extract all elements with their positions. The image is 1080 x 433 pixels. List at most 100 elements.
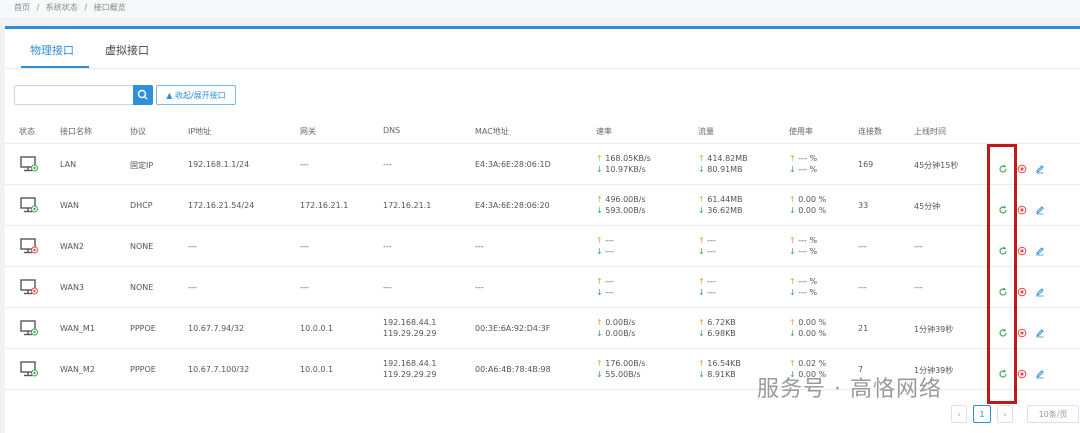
interface-name: WAN_M2 — [60, 365, 95, 374]
flow-down-value: --- — [707, 247, 716, 256]
edit-icon[interactable] — [1035, 241, 1045, 256]
search-icon — [137, 89, 148, 100]
usage-down: ↓ 0.00 % — [789, 206, 826, 215]
flow-up-value: 61.44MB — [707, 195, 743, 204]
active-tab-indicator — [21, 66, 89, 68]
tab-bar: 物理接口 虚拟接口 — [5, 29, 1080, 69]
edit-icon[interactable] — [1035, 323, 1045, 338]
flow-up: ↑ 414.82MB — [698, 154, 748, 163]
ip-address: 10.67.7.94/32 — [188, 324, 245, 333]
stop-icon[interactable] — [1017, 241, 1027, 256]
flow-up: ↑ --- — [698, 236, 716, 245]
gateway: --- — [300, 160, 309, 169]
rate-down: ↓ 55.00B/s — [596, 370, 641, 379]
column-header: MAC地址 — [475, 127, 509, 136]
flow-down: ↓ 6.98KB — [698, 329, 736, 338]
stop-icon[interactable] — [1017, 200, 1027, 215]
arrow-up-icon: ↑ — [698, 359, 708, 368]
usage-up: ↑ 0.00 % — [789, 195, 826, 204]
usage-down-value: --- % — [798, 165, 818, 174]
rate-down-value: --- — [605, 247, 614, 256]
next-page-button[interactable]: › — [997, 405, 1013, 423]
rate-down: ↓ 10.97KB/s — [596, 165, 646, 174]
interface-name: LAN — [60, 160, 77, 169]
gateway: --- — [300, 283, 309, 292]
flow-down: ↓ 36.62MB — [698, 206, 743, 215]
arrow-down-icon: ↓ — [596, 329, 606, 338]
rate-down: ↓ 593.00B/s — [596, 206, 646, 215]
rate-up-value: 168.05KB/s — [605, 154, 651, 163]
stop-icon[interactable] — [1017, 282, 1027, 297]
arrow-down-icon: ↓ — [596, 370, 606, 379]
rate-down: ↓ --- — [596, 247, 614, 256]
breadcrumb-home[interactable]: 首页 — [14, 3, 30, 12]
arrow-down-icon: ↓ — [596, 206, 606, 215]
column-header: 使用率 — [789, 127, 813, 136]
arrow-up-icon: ↑ — [789, 318, 799, 327]
usage-up-value: 0.02 % — [798, 359, 827, 368]
online-time: 1分钟39秒 — [914, 325, 954, 334]
column-header: 速率 — [596, 127, 612, 136]
monitor-icon — [19, 278, 39, 296]
monitor-icon — [19, 237, 39, 255]
online-time: 45分钟15秒 — [914, 161, 959, 170]
protocol: NONE — [130, 242, 154, 251]
edit-icon[interactable] — [1035, 159, 1045, 174]
connection-count: --- — [858, 283, 867, 292]
column-header: IP地址 — [188, 127, 212, 136]
arrow-down-icon: ↓ — [596, 247, 606, 256]
flow-up: ↑ 6.72KB — [698, 318, 736, 327]
dns-primary: --- — [383, 160, 392, 169]
dns-secondary: 119.29.29.29 — [383, 329, 437, 338]
arrow-down-icon: ↓ — [698, 165, 708, 174]
mac-address: E4:3A:6E:28:06:20 — [475, 201, 550, 210]
usage-down: ↓ 0.00 % — [789, 329, 826, 338]
dns-primary: 192.168.44.1 — [383, 359, 437, 368]
arrow-down-icon: ↓ — [596, 288, 606, 297]
rate-down-value: 55.00B/s — [605, 370, 641, 379]
rate-down: ↓ 0.00B/s — [596, 329, 635, 338]
stop-icon[interactable] — [1017, 323, 1027, 338]
online-time: --- — [914, 283, 923, 292]
search-input[interactable] — [14, 85, 134, 105]
online-time: 45分钟 — [914, 202, 941, 211]
flow-down: ↓ 80.91MB — [698, 165, 743, 174]
collapse-interface-button[interactable]: ▲ 收起/展开接口 — [156, 85, 236, 105]
dns-primary: --- — [383, 242, 392, 251]
usage-down-value: --- % — [798, 288, 818, 297]
usage-up-value: 0.00 % — [798, 195, 827, 204]
flow-down-value: 8.91KB — [707, 370, 736, 379]
breadcrumb-system-status[interactable]: 系统状态 — [46, 3, 78, 12]
stop-icon[interactable] — [1017, 159, 1027, 174]
tab-virtual[interactable]: 虚拟接口 — [105, 42, 149, 58]
search-button[interactable] — [133, 85, 153, 105]
mac-address: 00:3E:6A:92:D4:3F — [475, 324, 551, 333]
usage-down-value: 0.00 % — [798, 329, 827, 338]
prev-page-button[interactable]: ‹ — [951, 405, 967, 423]
page-size-select[interactable]: 10条/页 — [1027, 405, 1079, 423]
stop-icon[interactable] — [1017, 364, 1027, 379]
flow-up-value: 6.72KB — [707, 318, 736, 327]
edit-icon[interactable] — [1035, 364, 1045, 379]
tab-physical[interactable]: 物理接口 — [30, 42, 74, 58]
edit-icon[interactable] — [1035, 282, 1045, 297]
breadcrumb-current: 接口概览 — [93, 3, 126, 12]
usage-up: ↑ 0.02 % — [789, 359, 826, 368]
connection-count: 33 — [858, 201, 869, 210]
arrow-up-icon: ↑ — [789, 236, 799, 245]
table-row: WAN2 NONE --- --- --- --- ↑ --- ↓ --- ↑ --- ↓ ---… — [5, 226, 1080, 267]
flow-up-value: 414.82MB — [707, 154, 748, 163]
ip-address: --- — [188, 283, 197, 292]
column-header: DNS — [383, 126, 401, 135]
rate-down: ↓ --- — [596, 288, 614, 297]
arrow-up-icon: ↑ — [698, 277, 708, 286]
arrow-down-icon: ↓ — [698, 329, 708, 338]
rate-up: ↑ 168.05KB/s — [596, 154, 651, 163]
edit-icon[interactable] — [1035, 200, 1045, 215]
arrow-up-icon: ↑ — [596, 195, 606, 204]
page-1-button[interactable]: 1 — [973, 405, 991, 423]
arrow-up-icon: ↑ — [596, 359, 606, 368]
arrow-down-icon: ↓ — [698, 370, 708, 379]
flow-down-value: 80.91MB — [707, 165, 743, 174]
interface-name: WAN — [60, 201, 79, 210]
